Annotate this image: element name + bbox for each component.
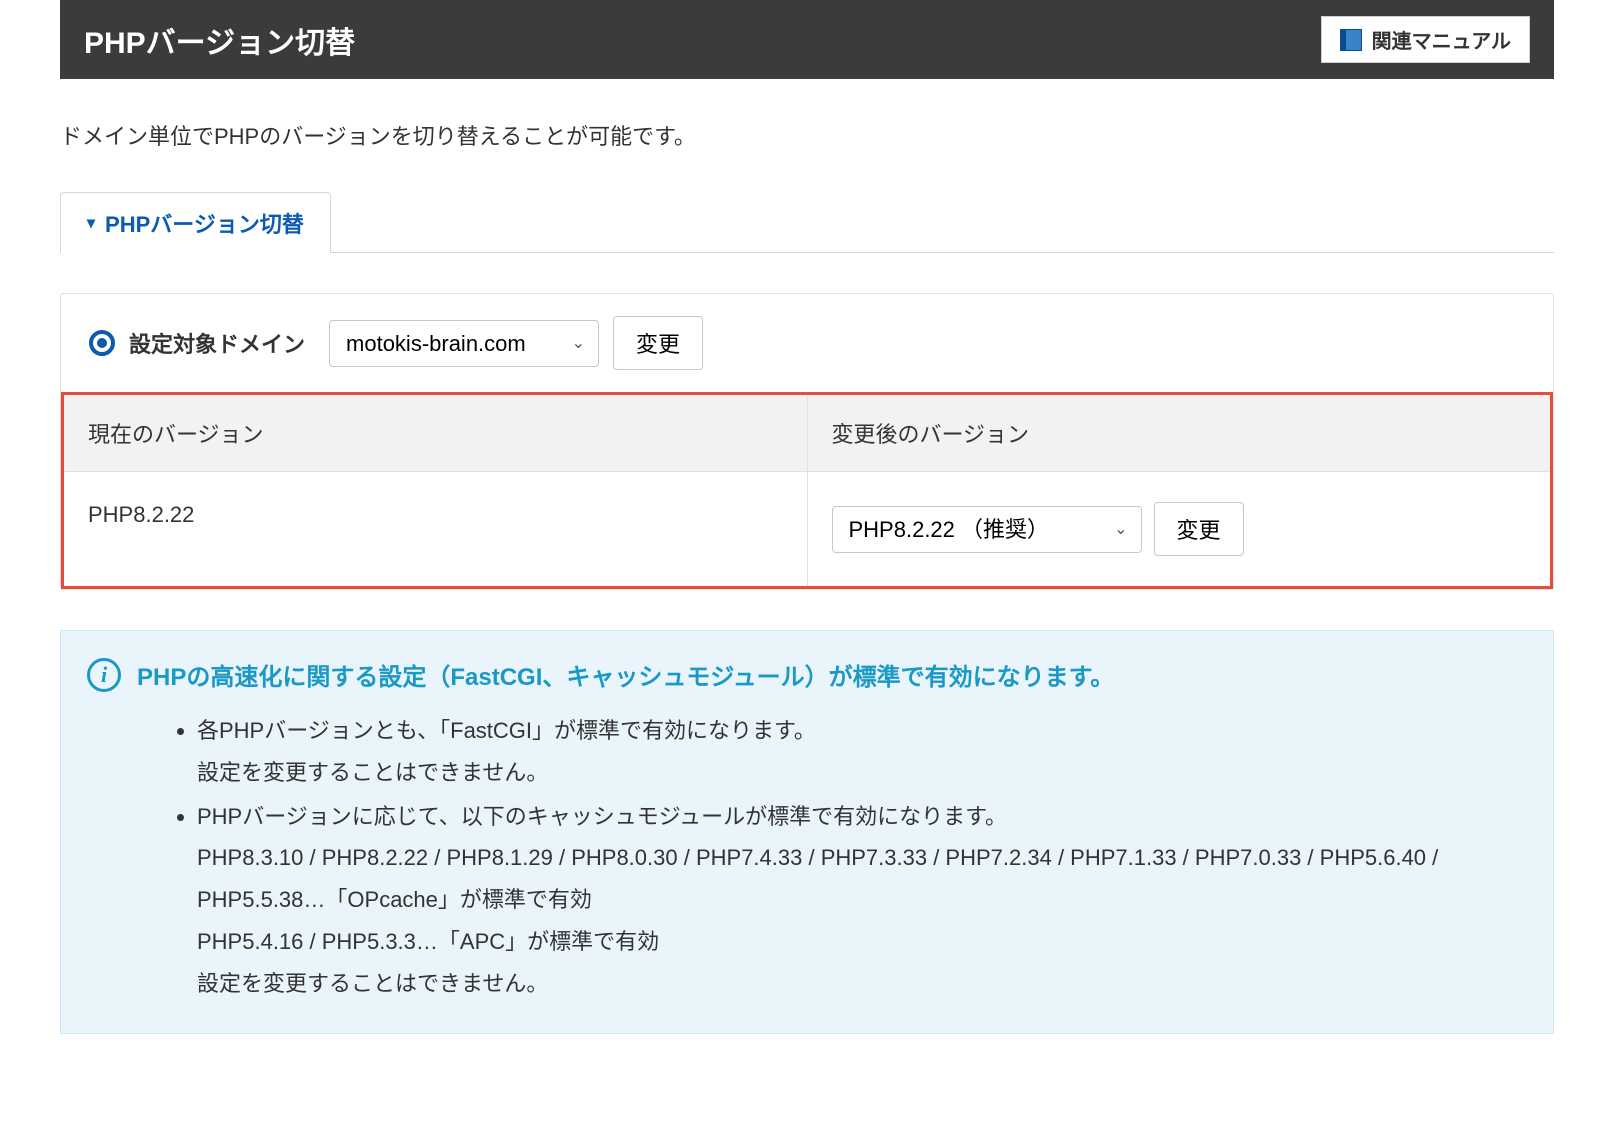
- radio-selected-icon: [89, 330, 115, 356]
- current-version-value: PHP8.2.22: [64, 472, 808, 586]
- book-icon: [1340, 29, 1362, 51]
- header-new-version: 変更後のバージョン: [808, 395, 1551, 471]
- domain-selector-row: 設定対象ドメイン motokis-brain.com ⌄ 変更: [61, 294, 1553, 392]
- version-change-button[interactable]: 変更: [1154, 502, 1244, 556]
- tab-label: PHPバージョン切替: [105, 207, 304, 239]
- table-header-row: 現在のバージョン 変更後のバージョン: [64, 395, 1550, 472]
- domain-select[interactable]: motokis-brain.com: [329, 320, 599, 367]
- version-select[interactable]: PHP8.2.22 （推奨）: [832, 506, 1142, 553]
- settings-panel: 設定対象ドメイン motokis-brain.com ⌄ 変更 現在のバージョン…: [60, 293, 1554, 590]
- related-manual-button[interactable]: 関連マニュアル: [1321, 16, 1530, 63]
- info-list: 各PHPバージョンとも、「FastCGI」が標準で有効になります。 設定を変更す…: [87, 710, 1527, 1005]
- table-row: PHP8.2.22 PHP8.2.22 （推奨） ⌄ 変更: [64, 472, 1550, 586]
- chevron-down-icon: ▾: [87, 213, 95, 233]
- list-item: PHPバージョンに応じて、以下のキャッシュモジュールが標準で有効になります。 P…: [197, 796, 1527, 1005]
- page-header: PHPバージョン切替 関連マニュアル: [60, 0, 1554, 79]
- info-box: i PHPの高速化に関する設定（FastCGI、キャッシュモジュール）が標準で有…: [60, 630, 1554, 1034]
- tabs-container: ▾ PHPバージョン切替: [60, 191, 1554, 253]
- page-description: ドメイン単位でPHPのバージョンを切り替えることが可能です。: [60, 119, 1554, 151]
- info-icon: i: [87, 658, 121, 692]
- info-header: i PHPの高速化に関する設定（FastCGI、キャッシュモジュール）が標準で有…: [87, 657, 1527, 692]
- manual-button-label: 関連マニュアル: [1372, 25, 1511, 54]
- page-title: PHPバージョン切替: [84, 18, 355, 62]
- tab-php-version-switch[interactable]: ▾ PHPバージョン切替: [60, 192, 331, 253]
- list-item: 各PHPバージョンとも、「FastCGI」が標準で有効になります。 設定を変更す…: [197, 710, 1527, 794]
- domain-label: 設定対象ドメイン: [129, 327, 305, 359]
- version-table: 現在のバージョン 変更後のバージョン PHP8.2.22 PHP8.2.22 （…: [61, 392, 1553, 589]
- info-title: PHPの高速化に関する設定（FastCGI、キャッシュモジュール）が標準で有効に…: [137, 657, 1114, 692]
- new-version-cell: PHP8.2.22 （推奨） ⌄ 変更: [808, 472, 1551, 586]
- domain-change-button[interactable]: 変更: [613, 316, 703, 370]
- header-current-version: 現在のバージョン: [64, 395, 808, 471]
